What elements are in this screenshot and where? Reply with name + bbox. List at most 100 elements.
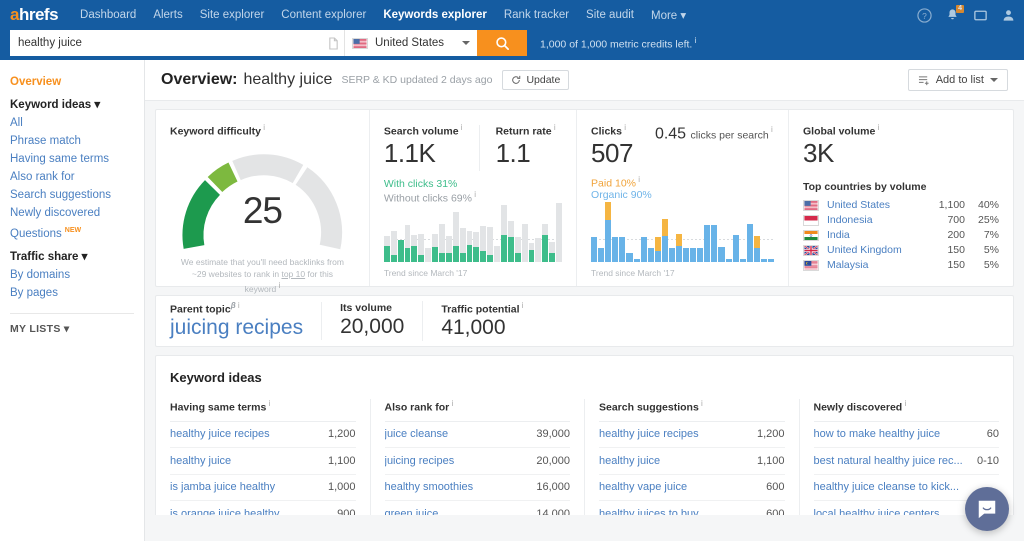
bar-segment-organic: [612, 237, 618, 262]
messages-icon[interactable]: [973, 8, 988, 23]
keyword-row: healthy juices to buy600: [599, 501, 785, 515]
bar-segment-organic: [711, 225, 717, 262]
sidebar-item-phrase-match[interactable]: Phrase match: [10, 132, 144, 150]
help-icon[interactable]: ?: [917, 8, 932, 23]
search-button[interactable]: [477, 30, 527, 56]
keyword-link[interactable]: best natural healthy juice rec...: [814, 455, 977, 467]
sidebar-item-questions[interactable]: QuestionsNEW: [10, 222, 144, 243]
country-volume: 150: [925, 259, 965, 271]
nav-link-content-explorer[interactable]: Content explorer: [281, 9, 366, 21]
top-10-link[interactable]: top 10: [281, 269, 305, 279]
chart-bar: [542, 200, 548, 262]
keyword-row: is jamba juice healthy1,000: [170, 475, 356, 502]
country-name[interactable]: India: [827, 229, 925, 241]
sidebar-item-by-domains[interactable]: By domains: [10, 266, 144, 284]
chart-bar: [439, 200, 445, 262]
nav-link-more[interactable]: More ▾: [651, 8, 686, 22]
sidebar-item-all[interactable]: All: [10, 114, 144, 132]
nav-link-rank-tracker[interactable]: Rank tracker: [504, 9, 569, 21]
ahrefs-logo[interactable]: ahrefs: [10, 5, 58, 25]
keyword-link[interactable]: juicing recipes: [385, 455, 537, 467]
keyword-row: healthy juice recipes1,200: [599, 422, 785, 449]
its-volume-label: Its volume: [340, 302, 404, 314]
with-clicks-label: With clicks 31%: [384, 178, 562, 190]
bar-segment-lower: [432, 247, 438, 262]
bar-segment-organic: [641, 237, 647, 262]
keyword-link[interactable]: healthy juice cleanse to kick...: [814, 481, 1000, 493]
chart-bar: [487, 200, 493, 262]
top-countries-table: United States1,10040%Indonesia70025%Indi…: [803, 198, 999, 273]
flag-gb-icon: [803, 245, 819, 256]
parent-topic-value[interactable]: juicing recipes: [170, 315, 303, 341]
search-input[interactable]: [10, 30, 322, 56]
search-volume-card: Search volume i 1.1K Return rate i 1.1 W…: [369, 110, 576, 286]
svg-text:?: ?: [922, 10, 927, 20]
keyword-difficulty-gauge: 25: [172, 150, 352, 250]
bar-segment-organic: [669, 248, 675, 262]
top-navigation-bar: ahrefs Dashboard Alerts Site explorer Conte…: [0, 0, 1024, 30]
new-badge: NEW: [65, 227, 81, 234]
keyword-row: is orange juice healthy900: [170, 501, 356, 515]
keyword-volume: 600: [766, 508, 784, 515]
keyword-link[interactable]: is jamba juice healthy: [170, 481, 328, 493]
country-name[interactable]: United Kingdom: [827, 244, 925, 256]
bar-segment-organic: [718, 247, 724, 262]
update-button[interactable]: Update: [502, 70, 569, 90]
keyword-link[interactable]: green juice: [385, 508, 537, 515]
metrics-cards-row: Keyword difficulty i 25 We estimate that…: [155, 109, 1014, 287]
keyword-link[interactable]: is orange juice healthy: [170, 508, 337, 515]
paste-keywords-icon[interactable]: [322, 30, 344, 56]
add-to-list-button[interactable]: Add to list: [908, 69, 1008, 91]
sidebar-item-also-rank-for[interactable]: Also rank for: [10, 168, 144, 186]
main-area: Overview Keyword ideas ▾ AllPhrase match…: [0, 60, 1024, 541]
keyword-link[interactable]: healthy juice recipes: [170, 428, 328, 440]
country-selector[interactable]: United States: [344, 30, 477, 56]
sidebar-item-my-lists[interactable]: MY LISTS ▾: [10, 323, 144, 335]
keyword-row: juice cleanse39,000: [385, 422, 571, 449]
country-name[interactable]: Malaysia: [827, 259, 925, 271]
nav-link-dashboard[interactable]: Dashboard: [80, 9, 136, 21]
chart-bar: [453, 200, 459, 262]
sidebar-item-overview[interactable]: Overview: [10, 73, 144, 91]
country-name[interactable]: Indonesia: [827, 214, 925, 226]
bar-segment-paid: [605, 202, 611, 219]
account-icon[interactable]: [1001, 8, 1016, 23]
keyword-link[interactable]: how to make healthy juice: [814, 428, 987, 440]
sidebar-item-newly-discovered[interactable]: Newly discovered: [10, 204, 144, 222]
keyword-row: healthy juice1,100: [599, 448, 785, 475]
chart-bar: [529, 200, 535, 262]
keyword-difficulty-card: Keyword difficulty i 25 We estimate that…: [156, 110, 369, 286]
nav-link-site-audit[interactable]: Site audit: [586, 9, 634, 21]
nav-link-keywords-explorer[interactable]: Keywords explorer: [383, 9, 487, 21]
sidebar-group-keyword-ideas[interactable]: Keyword ideas ▾: [10, 96, 144, 114]
keyword-link[interactable]: healthy smoothies: [385, 481, 537, 493]
keyword-link[interactable]: healthy juice recipes: [599, 428, 757, 440]
chart-bar: [501, 200, 507, 262]
flag-us-icon: [352, 38, 368, 49]
chart-bar: [391, 200, 397, 262]
chart-bar: [556, 200, 562, 262]
keyword-link[interactable]: juice cleanse: [385, 428, 537, 440]
intercom-chat-button[interactable]: [965, 487, 1009, 531]
bar-segment-lower: [549, 253, 555, 262]
sidebar-divider: [10, 313, 134, 314]
keyword-link[interactable]: healthy juice: [599, 455, 757, 467]
keyword-link[interactable]: healthy juices to buy: [599, 508, 766, 515]
keyword-volume: 16,000: [536, 481, 570, 493]
keyword-row: green juice14,000: [385, 501, 571, 515]
chart-bar: [515, 200, 521, 262]
chart-bar: [549, 200, 555, 262]
nav-link-site-explorer[interactable]: Site explorer: [200, 9, 265, 21]
bar-segment-lower: [411, 246, 417, 262]
keyword-link[interactable]: healthy juice: [170, 455, 328, 467]
bar-segment-organic: [648, 248, 654, 262]
notifications-icon[interactable]: 4: [945, 8, 960, 23]
keyword-link[interactable]: healthy vape juice: [599, 481, 766, 493]
country-name[interactable]: United States: [827, 199, 925, 211]
nav-link-alerts[interactable]: Alerts: [153, 9, 182, 21]
sidebar-item-having-same-terms[interactable]: Having same terms: [10, 150, 144, 168]
top-countries-title: Top countries by volume: [803, 181, 999, 193]
sidebar-group-traffic-share[interactable]: Traffic share ▾: [10, 248, 144, 266]
sidebar-item-by-pages[interactable]: By pages: [10, 284, 144, 302]
sidebar-item-search-suggestions[interactable]: Search suggestions: [10, 186, 144, 204]
